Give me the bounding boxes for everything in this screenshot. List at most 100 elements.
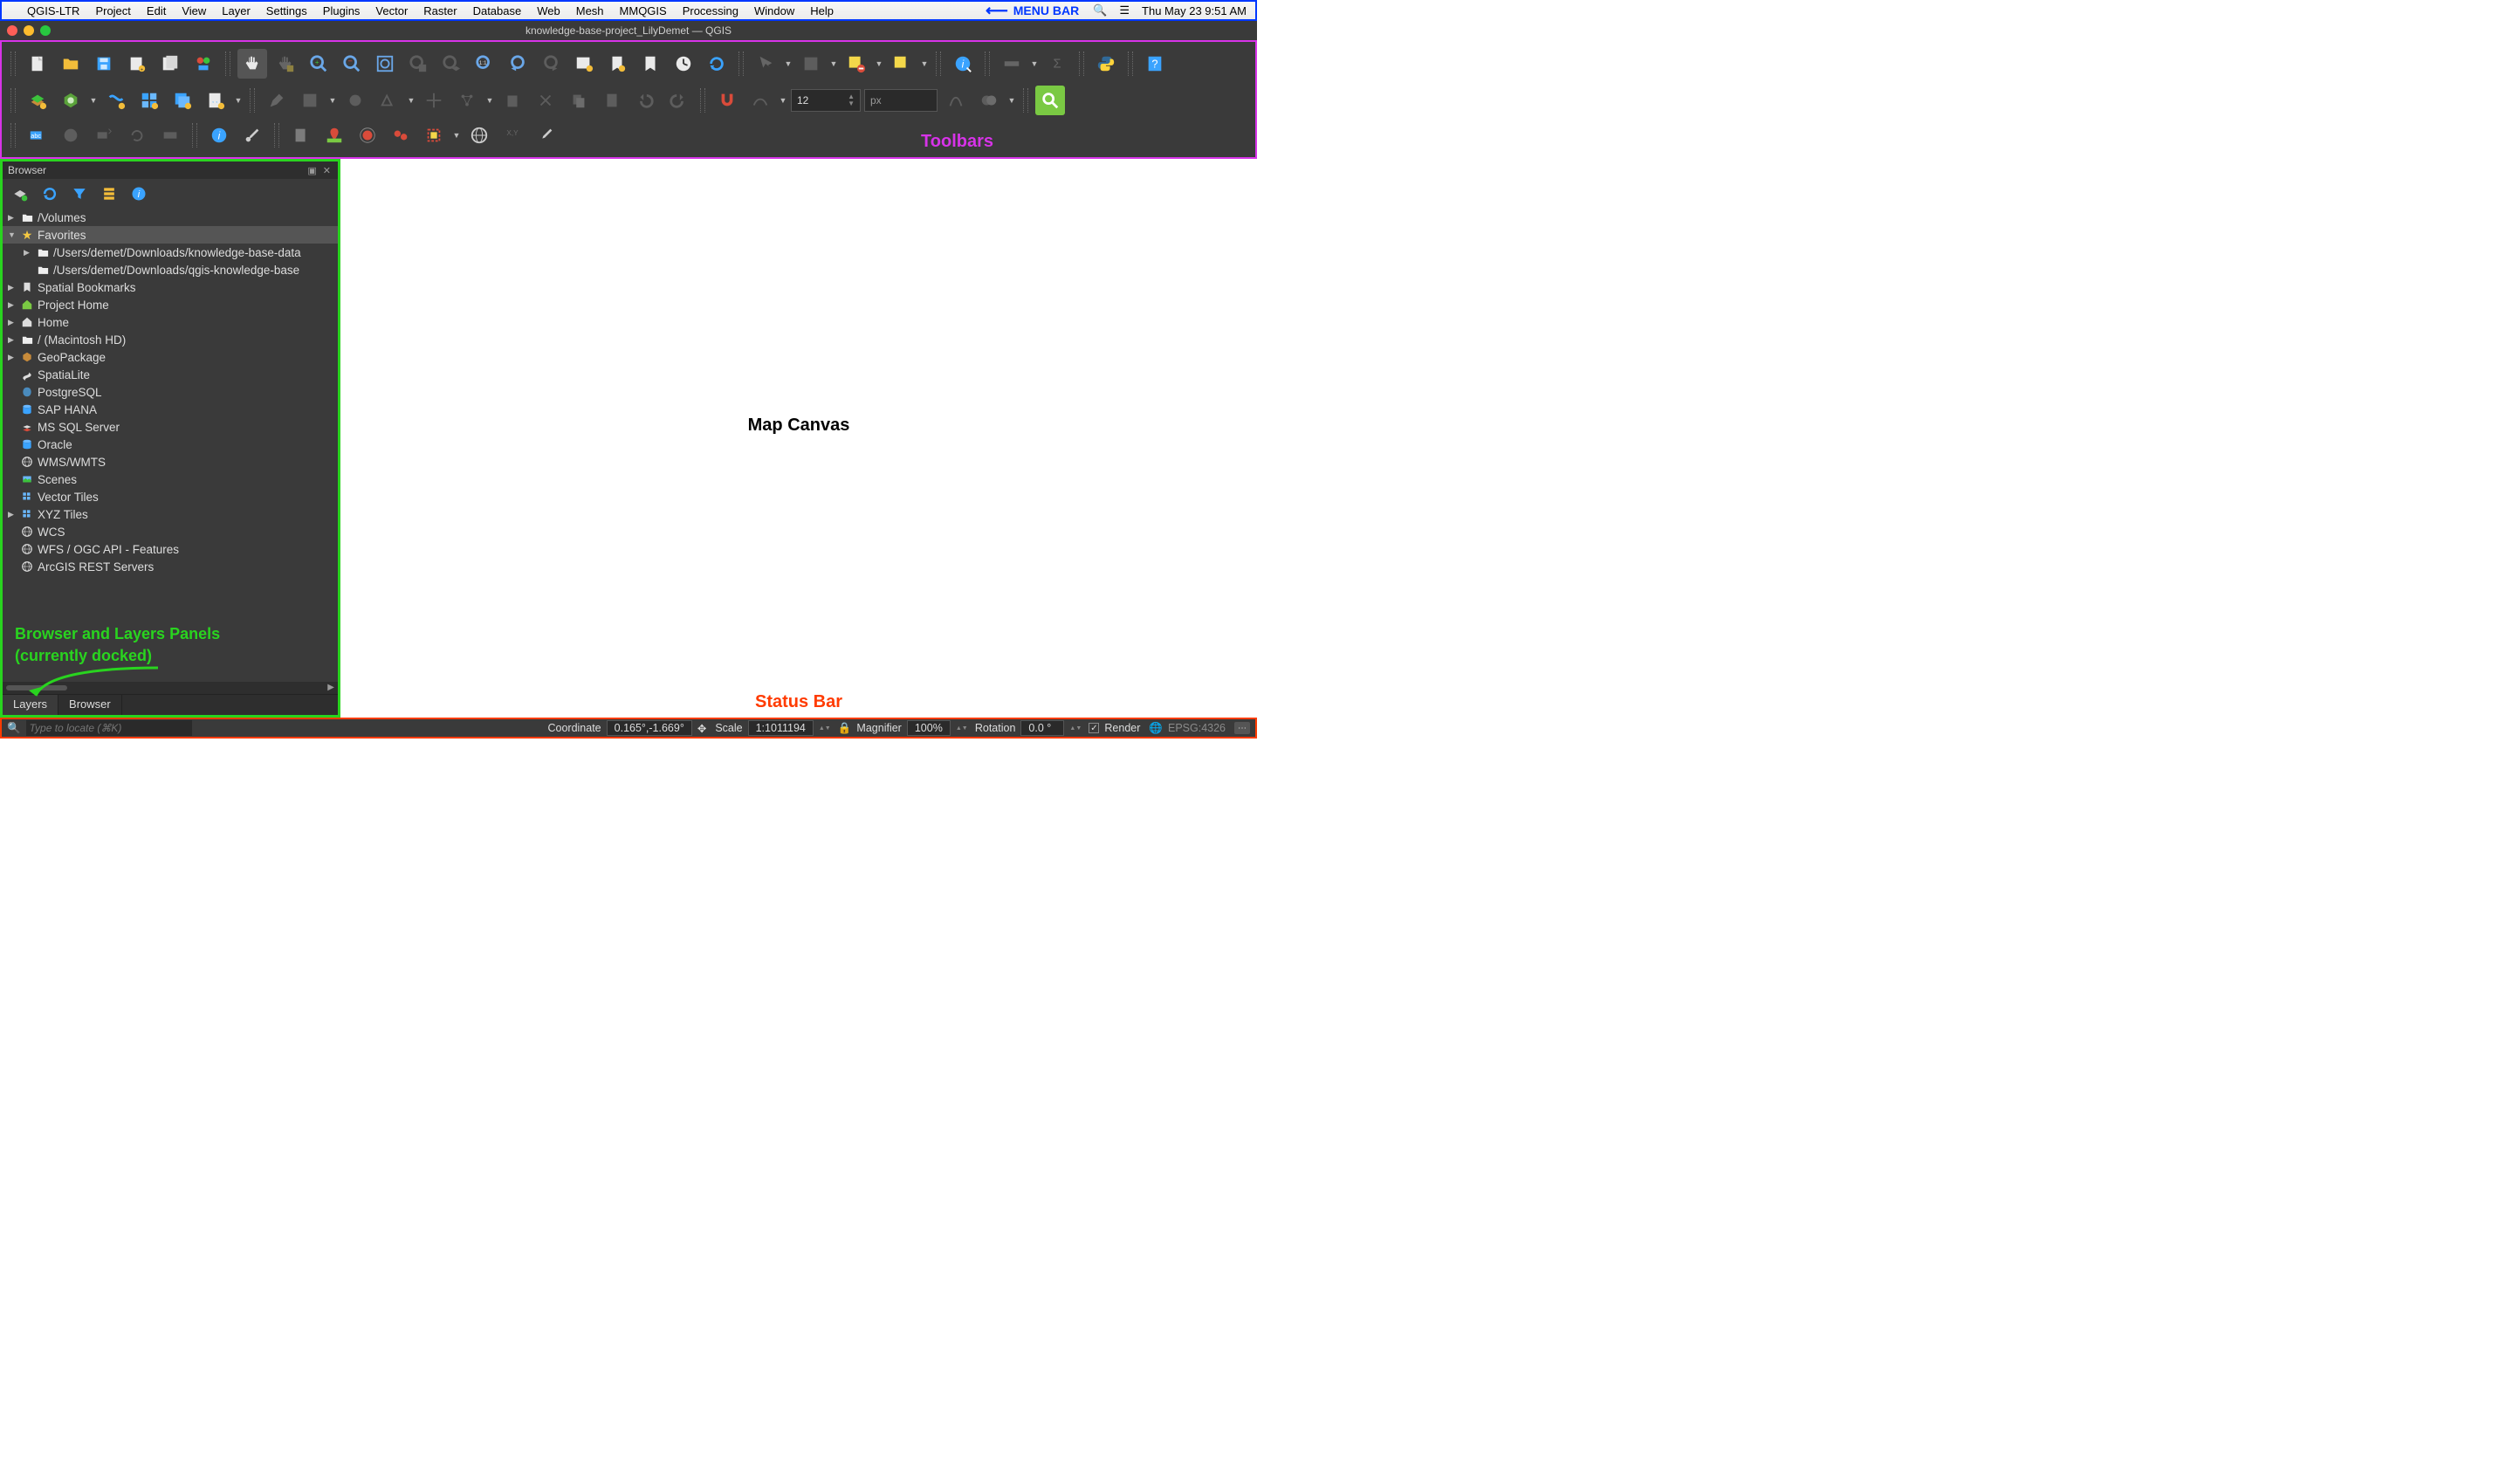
coordinate-toggle-icon[interactable]: ✥ <box>697 722 706 735</box>
new-geopackage-button[interactable] <box>56 86 86 115</box>
temporal-controller-button[interactable] <box>669 49 698 79</box>
menu-raster[interactable]: Raster <box>416 4 464 17</box>
menubar-datetime[interactable]: Thu May 23 9:51 AM <box>1142 4 1247 17</box>
zoom-last-button[interactable] <box>503 49 532 79</box>
add-feature-button[interactable] <box>340 86 370 115</box>
digitize-dropdown-icon[interactable]: ▼ <box>407 96 416 105</box>
magnifier-value[interactable]: 100% <box>907 720 951 736</box>
window-zoom-button[interactable] <box>40 25 51 36</box>
messages-button[interactable]: ⋯ <box>1234 722 1250 734</box>
polygon-select-button[interactable] <box>419 120 449 150</box>
browser-tree[interactable]: ▶/Volumes▼★Favorites▶/Users/demet/Downlo… <box>3 209 338 608</box>
browser-panel-header[interactable]: Browser ▣ ✕ <box>3 161 338 179</box>
add-layer-icon[interactable] <box>10 183 31 204</box>
vertex-dropdown-icon[interactable]: ▼ <box>485 96 494 105</box>
pan-button[interactable] <box>237 49 267 79</box>
tab-browser[interactable]: Browser <box>58 695 122 715</box>
snapping-button[interactable] <box>712 86 742 115</box>
settings-tool-button[interactable] <box>531 120 560 150</box>
python-console-button[interactable] <box>1091 49 1121 79</box>
select-all-button[interactable] <box>887 49 917 79</box>
select-dropdown-icon[interactable]: ▼ <box>784 59 793 68</box>
vertex-tool-button[interactable] <box>452 86 482 115</box>
avoid-overlap-button[interactable] <box>974 86 1004 115</box>
style-manager-button[interactable] <box>189 49 218 79</box>
tree-item[interactable]: /Users/demet/Downloads/qgis-knowledge-ba… <box>3 261 338 278</box>
digitize-shape-button[interactable] <box>374 86 403 115</box>
move-feature-button[interactable] <box>419 86 449 115</box>
zoom-in-button[interactable]: + <box>304 49 333 79</box>
tree-item[interactable]: ▶Project Home <box>3 296 338 313</box>
xy-button[interactable]: X,Y <box>498 120 527 150</box>
zoom-next-button[interactable] <box>536 49 566 79</box>
paste-features-button[interactable] <box>597 86 627 115</box>
map-canvas[interactable]: Map Canvas Status Bar <box>340 159 1257 718</box>
tree-item[interactable]: ▶GeoPackage <box>3 348 338 366</box>
tree-item[interactable]: ▶/Volumes <box>3 209 338 226</box>
new-print-layout-button[interactable]: + <box>122 49 152 79</box>
tracing-dropdown-icon[interactable]: ▼ <box>779 96 787 105</box>
tree-item[interactable]: ▶Spatial Bookmarks <box>3 278 338 296</box>
pin-button[interactable] <box>319 120 349 150</box>
deselect-all-button[interactable] <box>841 49 871 79</box>
zoom-full-button[interactable] <box>370 49 400 79</box>
new-map-view-button[interactable] <box>569 49 599 79</box>
add-vector-layer-button[interactable] <box>101 86 131 115</box>
magnifier-spinner[interactable]: ▲▼ <box>956 721 966 735</box>
scale-spinner[interactable]: ▲▼ <box>819 721 829 735</box>
select-features-button[interactable] <box>751 49 780 79</box>
rotate-label-button[interactable] <box>122 120 152 150</box>
zoom-native-button[interactable]: 1:1 <box>470 49 499 79</box>
tree-item[interactable]: WCS <box>3 523 338 540</box>
snap-units-select[interactable]: px <box>864 89 938 112</box>
tree-item[interactable]: ▼★Favorites <box>3 226 338 244</box>
tree-item[interactable]: WFS / OGC API - Features <box>3 540 338 558</box>
menu-project[interactable]: Project <box>87 4 138 17</box>
show-bookmarks-button[interactable] <box>635 49 665 79</box>
copy-features-button[interactable] <box>564 86 594 115</box>
add-delimited-text-button[interactable]: , , <box>201 86 230 115</box>
menu-mesh[interactable]: Mesh <box>568 4 612 17</box>
zoom-out-button[interactable]: − <box>337 49 367 79</box>
measure-dropdown-icon[interactable]: ▼ <box>1030 59 1039 68</box>
diagram-button[interactable] <box>56 120 86 150</box>
open-project-button[interactable] <box>56 49 86 79</box>
add-mesh-layer-button[interactable] <box>168 86 197 115</box>
scale-lock-icon[interactable]: 🔒 <box>838 722 852 735</box>
tree-item[interactable]: SAP HANA <box>3 401 338 418</box>
save-project-button[interactable] <box>89 49 119 79</box>
help-button[interactable]: ? <box>1140 49 1170 79</box>
zoom-to-layer-button[interactable] <box>436 49 466 79</box>
tree-item[interactable]: ▶XYZ Tiles <box>3 505 338 523</box>
delete-selected-button[interactable] <box>498 86 527 115</box>
tree-item[interactable]: PostgreSQL <box>3 383 338 401</box>
menu-settings[interactable]: Settings <box>258 4 315 17</box>
snap-tolerance-input[interactable]: 12▲▼ <box>791 89 861 112</box>
menu-mmqgis[interactable]: MMQGIS <box>612 4 675 17</box>
menu-database[interactable]: Database <box>465 4 530 17</box>
identify-features-button[interactable]: i <box>204 120 234 150</box>
web-button[interactable] <box>464 120 494 150</box>
window-close-button[interactable] <box>7 25 17 36</box>
cut-features-button[interactable] <box>531 86 560 115</box>
move-label-button[interactable] <box>89 120 119 150</box>
tree-item[interactable]: ▶Home <box>3 313 338 331</box>
filter-browser-icon[interactable] <box>69 183 90 204</box>
rotation-value[interactable]: 0.0 ° <box>1020 720 1064 736</box>
menu-layer[interactable]: Layer <box>214 4 258 17</box>
point-button[interactable] <box>353 120 382 150</box>
tree-item[interactable]: ▶/ (Macintosh HD) <box>3 331 338 348</box>
toggle-editing-button[interactable] <box>262 86 292 115</box>
scale-value[interactable]: 1:1011194 <box>748 720 814 736</box>
topological-editing-button[interactable] <box>941 86 971 115</box>
pan-to-selection-button[interactable] <box>271 49 300 79</box>
new-layer-dropdown-icon[interactable]: ▼ <box>89 96 98 105</box>
identify-button[interactable]: i <box>948 49 978 79</box>
select-expr-dropdown-icon[interactable]: ▼ <box>829 59 838 68</box>
select-by-expression-button[interactable] <box>796 49 826 79</box>
menu-app[interactable]: QGIS-LTR <box>19 4 87 17</box>
menu-view[interactable]: View <box>174 4 214 17</box>
zoom-to-selection-button[interactable] <box>403 49 433 79</box>
menu-vector[interactable]: Vector <box>367 4 416 17</box>
polygon-dropdown-icon[interactable]: ▼ <box>452 131 461 140</box>
